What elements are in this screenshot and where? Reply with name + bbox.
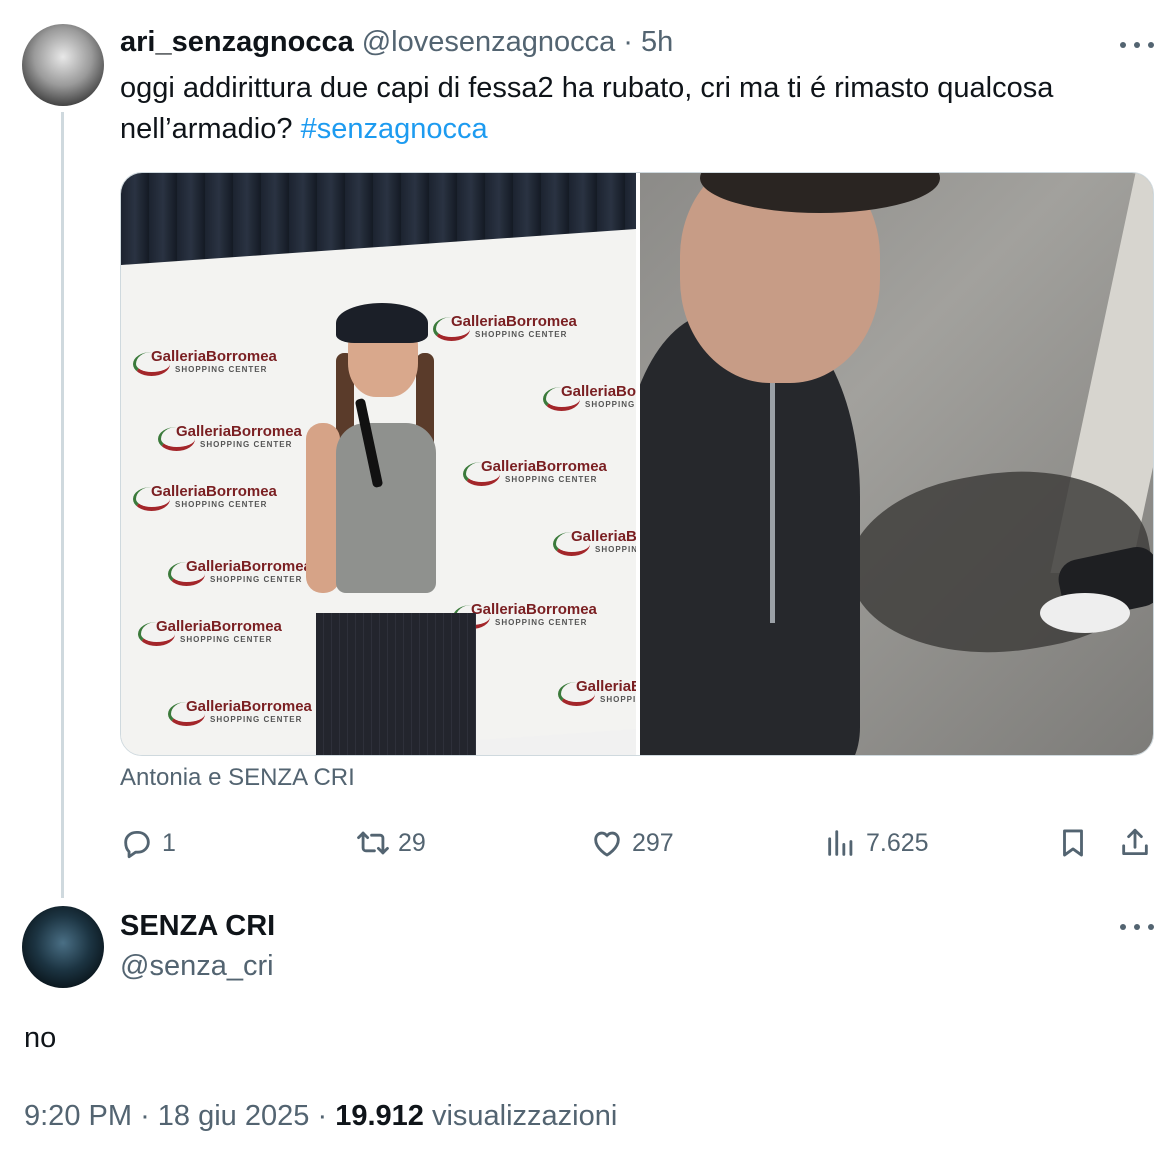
backdrop-logo: GalleriaBorromeaSHOPPING CENTER (158, 423, 302, 451)
tweet-header: ari_senzagnocca @lovesenzagnocca · 5h (120, 26, 673, 66)
more-icon[interactable] (1120, 920, 1154, 934)
share-icon (1122, 828, 1148, 856)
like-count: 297 (632, 828, 674, 857)
reply-icon (124, 830, 150, 859)
reply-button[interactable]: 1 (120, 818, 176, 868)
bookmark-icon (1063, 829, 1083, 857)
backdrop-logo: GalleriaBorromeaSHOPPING CENTER (133, 483, 277, 511)
post-time[interactable]: 9:20 PM (24, 1100, 132, 1132)
header-separator: · (623, 26, 633, 58)
backdrop-logo: GalleriaBorromeaSHOPPING CENTER (453, 601, 597, 629)
backdrop-logo: GalleriaBorromeaSHOPPING CENTER (168, 698, 312, 726)
views-icon (828, 830, 853, 856)
retweet-count: 29 (398, 828, 426, 857)
tweet-text: oggi addirittura due capi di fessa2 ha r… (120, 68, 1130, 150)
avatar[interactable] (22, 906, 104, 988)
reply-text: no (24, 1022, 57, 1054)
display-name[interactable]: SENZA CRI (120, 910, 275, 943)
user-handle[interactable]: @lovesenzagnocca (362, 26, 616, 59)
backdrop-logo: GalleriaBorromeaSHOPPING CENTER (558, 678, 636, 706)
media-grid: GalleriaBorromea SHOPPING CENTER Galleria… (120, 172, 1154, 756)
timestamp[interactable]: 5h (641, 26, 673, 59)
meta-separator: · (140, 1100, 150, 1132)
like-icon (594, 831, 620, 857)
share-button[interactable] (1118, 818, 1152, 868)
backdrop-logo: GalleriaBorromeaSHOPPING CENTER (168, 558, 312, 586)
photo-selfie[interactable] (640, 173, 1153, 755)
reply-count: 1 (162, 828, 176, 857)
views-count: 7.625 (866, 828, 929, 857)
post-date[interactable]: 18 giu 2025 (158, 1100, 310, 1132)
backdrop-logo: GalleriaBorromeaSHOPPING CENTER (543, 383, 636, 411)
tweet-actions: 1 29 297 7.625 (120, 818, 1154, 868)
views-label: visualizzazioni (431, 1100, 618, 1132)
views-button[interactable]: 7.625 (824, 818, 929, 868)
backdrop-logo: GalleriaBorromeaSHOPPING CENTER (553, 528, 636, 556)
avatar[interactable] (22, 24, 104, 106)
hashtag-link[interactable]: #senzagnocca (301, 113, 488, 145)
like-button[interactable]: 297 (590, 818, 674, 868)
tweet-body: oggi addirittura due capi di fessa2 ha r… (120, 72, 1054, 145)
retweet-icon (357, 831, 389, 855)
backdrop-logo: GalleriaBorromeaSHOPPING CENTER (433, 313, 577, 341)
views-total: 19.912 (335, 1100, 424, 1132)
person-on-stage (306, 303, 476, 755)
photo-event[interactable]: GalleriaBorromea SHOPPING CENTER Galleria… (121, 173, 636, 755)
tweet-meta: 9:20 PM · 18 giu 2025 · 19.912 visualizz… (24, 1100, 617, 1133)
bookmark-button[interactable] (1056, 818, 1090, 868)
user-handle[interactable]: @senza_cri (120, 950, 274, 983)
retweet-button[interactable]: 29 (356, 818, 426, 868)
display-name[interactable]: ari_senzagnocca (120, 26, 354, 59)
more-icon[interactable] (1120, 38, 1154, 52)
thread-connector-line (61, 112, 64, 898)
jacket-zip (770, 363, 775, 623)
meta-separator: · (317, 1100, 328, 1132)
backdrop-logo: GalleriaBorromeaSHOPPING CENTER (133, 348, 277, 376)
shoe (1040, 593, 1130, 633)
backdrop-logo: GalleriaBorromeaSHOPPING CENTER (463, 458, 607, 486)
backdrop-logo: GalleriaBorromeaSHOPPING CENTER (138, 618, 282, 646)
media-caption[interactable]: Antonia e SENZA CRI (120, 764, 355, 792)
